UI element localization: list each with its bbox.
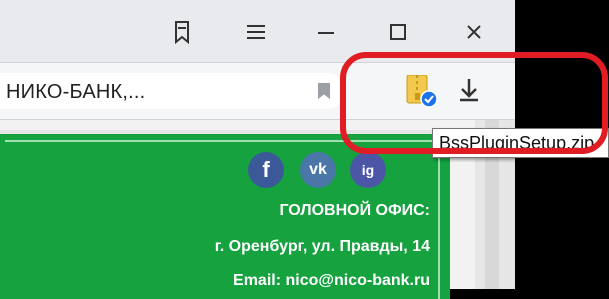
instagram-icon[interactable]: ig bbox=[350, 152, 386, 188]
facebook-glyph: f bbox=[262, 157, 270, 182]
address-line: г. Оренбург, ул. Правды, 14 bbox=[214, 238, 430, 255]
maximize-icon[interactable] bbox=[380, 14, 416, 50]
facebook-icon[interactable]: f bbox=[248, 152, 284, 188]
site-contact-panel: f vk ig ГОЛОВНОЙ ОФИС: г. Оренбург, ул. … bbox=[0, 130, 450, 299]
vk-icon[interactable]: vk bbox=[300, 152, 336, 188]
vk-glyph: vk bbox=[309, 161, 327, 178]
annotation-highlight bbox=[340, 52, 608, 154]
minimize-icon[interactable] bbox=[308, 14, 344, 50]
close-icon[interactable] bbox=[456, 14, 492, 50]
bookmark-icon[interactable] bbox=[318, 83, 330, 99]
instagram-glyph: ig bbox=[361, 162, 375, 178]
address-bar[interactable]: НИКО-БАНК,... bbox=[0, 73, 345, 109]
tab-search-icon[interactable] bbox=[164, 14, 200, 50]
head-office-label: ГОЛОВНОЙ ОФИС: bbox=[279, 202, 430, 219]
address-text: НИКО-БАНК,... bbox=[6, 81, 146, 103]
email-line: Email: nico@nico-bank.ru bbox=[233, 272, 430, 289]
menu-icon[interactable] bbox=[238, 14, 274, 50]
